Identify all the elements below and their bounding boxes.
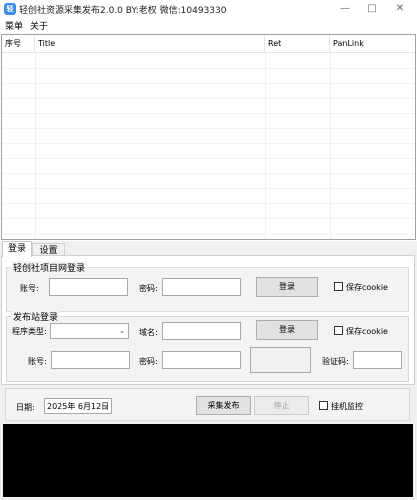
program-type-label: 程序类型: (12, 327, 47, 336)
domain-input[interactable] (162, 322, 241, 340)
column-header-title[interactable]: Title (35, 35, 265, 53)
menu-bar: 菜单 关于 (0, 18, 417, 33)
grid-row-line (2, 233, 415, 234)
project-password-input[interactable] (162, 278, 241, 296)
grid-row-line (2, 218, 415, 219)
monitor-label: 挂机监控 (331, 402, 363, 411)
column-header-ret[interactable]: Ret (265, 35, 330, 53)
captcha-input[interactable] (353, 351, 402, 369)
grid-row-line (2, 128, 415, 129)
project-save-cookie-label: 保存cookie (346, 283, 388, 292)
grid-column-divider (265, 53, 266, 239)
project-login-button[interactable]: 登录 (256, 277, 318, 297)
publish-login-group-title: 发布站登录 (11, 310, 61, 323)
menu-item-about[interactable]: 关于 (30, 19, 48, 32)
title-bar: 轻 轻创社资源采集发布2.0.0 BY:老权 微信:10493330 — □ ✕ (0, 0, 417, 18)
grid-header: 序号 Title Ret PanLink (2, 35, 415, 53)
grid-row-line (2, 158, 415, 159)
publish-password-label: 密码: (139, 357, 158, 366)
log-output[interactable] (3, 424, 413, 497)
grid-row-line (2, 188, 415, 189)
monitor-checkbox[interactable] (319, 401, 328, 410)
tab-page-login: 轻创社项目网登录 账号: 密码: 登录 保存cookie 发布站登录 程序类型:… (1, 255, 415, 385)
publish-password-input[interactable] (162, 351, 241, 369)
grid-body (2, 53, 415, 239)
grid-row-line (2, 143, 415, 144)
chevron-down-icon: ⌄ (103, 402, 109, 410)
publish-save-cookie-label: 保存cookie (346, 327, 388, 336)
grid-row-line (2, 113, 415, 114)
publish-account-input[interactable] (51, 351, 130, 369)
grid-column-divider (330, 53, 331, 239)
grid-row-line (2, 68, 415, 69)
maximize-icon[interactable]: □ (362, 1, 382, 16)
column-header-panlink[interactable]: PanLink (330, 35, 415, 53)
tab-login[interactable]: 登录 (2, 241, 32, 257)
window-title: 轻创社资源采集发布2.0.0 BY:老权 微信:10493330 (19, 6, 227, 16)
minimize-icon[interactable]: — (335, 1, 355, 16)
stop-button[interactable]: 停止 (254, 396, 309, 415)
column-header-index[interactable]: 序号 (2, 35, 35, 53)
grid-row-line (2, 203, 415, 204)
collect-publish-button[interactable]: 采集发布 (196, 396, 251, 415)
publish-login-button[interactable]: 登录 (256, 320, 318, 340)
project-login-group-title: 轻创社项目网登录 (11, 261, 88, 274)
publish-save-cookie-checkbox[interactable] (334, 326, 343, 335)
close-icon[interactable]: ✕ (390, 1, 410, 16)
publish-account-label: 账号: (28, 357, 47, 366)
grid-column-divider (35, 53, 36, 239)
project-account-input[interactable] (49, 278, 128, 296)
program-type-select[interactable]: ⌄ (50, 323, 129, 339)
captcha-label: 验证码: (322, 357, 349, 366)
project-save-cookie-checkbox[interactable] (334, 282, 343, 291)
date-value: 2025年 6月12日 (47, 402, 110, 411)
chevron-down-icon: ⌄ (119, 327, 125, 335)
control-panel: 登录 设置 轻创社项目网登录 账号: 密码: 登录 保存cookie 发布站登录… (0, 241, 417, 500)
project-password-label: 密码: (139, 284, 158, 293)
grid-row-line (2, 173, 415, 174)
menu-item-menu[interactable]: 菜单 (5, 19, 23, 32)
results-grid[interactable]: 序号 Title Ret PanLink (1, 34, 416, 240)
domain-label: 域名: (139, 328, 158, 337)
project-account-label: 账号: (20, 284, 39, 293)
app-icon: 轻 (4, 3, 16, 15)
action-row: 日期: 2025年 6月12日 ⌄ 采集发布 停止 挂机监控 (5, 388, 410, 421)
captcha-image[interactable] (250, 347, 311, 373)
grid-row-line (2, 83, 415, 84)
grid-row-line (2, 98, 415, 99)
date-label: 日期: (16, 403, 35, 412)
date-picker[interactable]: 2025年 6月12日 ⌄ (44, 398, 112, 414)
